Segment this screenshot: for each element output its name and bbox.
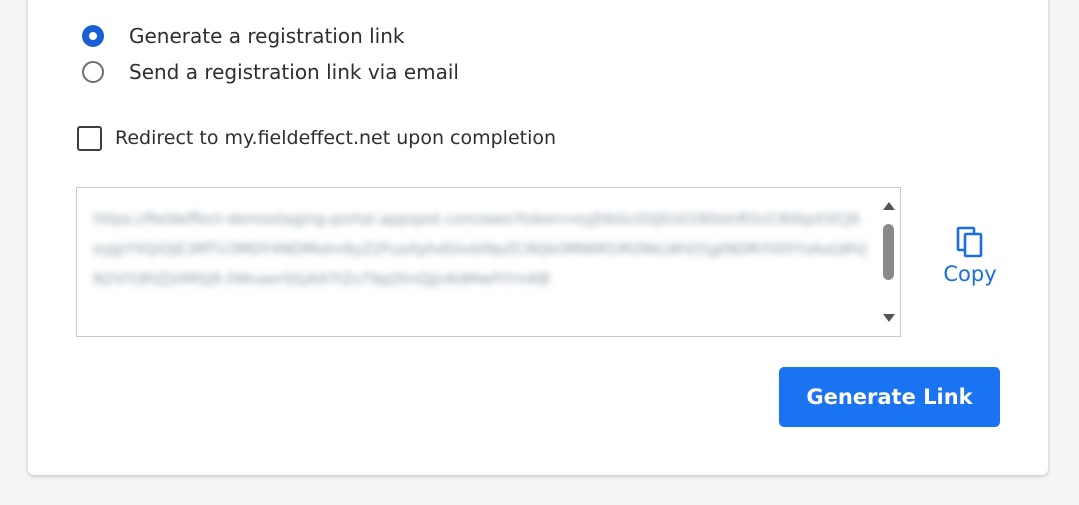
radio-generate-link[interactable]	[82, 25, 104, 47]
radio-send-email[interactable]	[82, 61, 104, 83]
radio-option-generate-link[interactable]: Generate a registration link	[82, 23, 405, 49]
registration-link-textarea[interactable]: https://fieldeffect-demostaging-portal.a…	[76, 187, 901, 337]
copy-button[interactable]: Copy	[935, 226, 1005, 296]
redirect-label: Redirect to my.fieldeffect.net upon comp…	[115, 127, 557, 149]
redirect-option[interactable]: Redirect to my.fieldeffect.net upon comp…	[77, 125, 556, 151]
scroll-down-icon[interactable]	[883, 314, 895, 322]
registration-link-text[interactable]: https://fieldeffect-demostaging-portal.a…	[93, 204, 868, 294]
scroll-up-icon[interactable]	[883, 202, 895, 210]
copy-icon	[956, 226, 983, 258]
redirect-checkbox[interactable]	[77, 125, 102, 151]
generate-link-button[interactable]: Generate Link	[779, 367, 1000, 427]
textarea-scrollbar[interactable]	[878, 188, 900, 336]
copy-label: Copy	[943, 262, 997, 286]
radio-label-send-email: Send a registration link via email	[129, 60, 459, 84]
radio-option-send-email[interactable]: Send a registration link via email	[82, 59, 459, 85]
scroll-thumb[interactable]	[883, 224, 894, 280]
radio-label-generate-link: Generate a registration link	[129, 24, 405, 48]
